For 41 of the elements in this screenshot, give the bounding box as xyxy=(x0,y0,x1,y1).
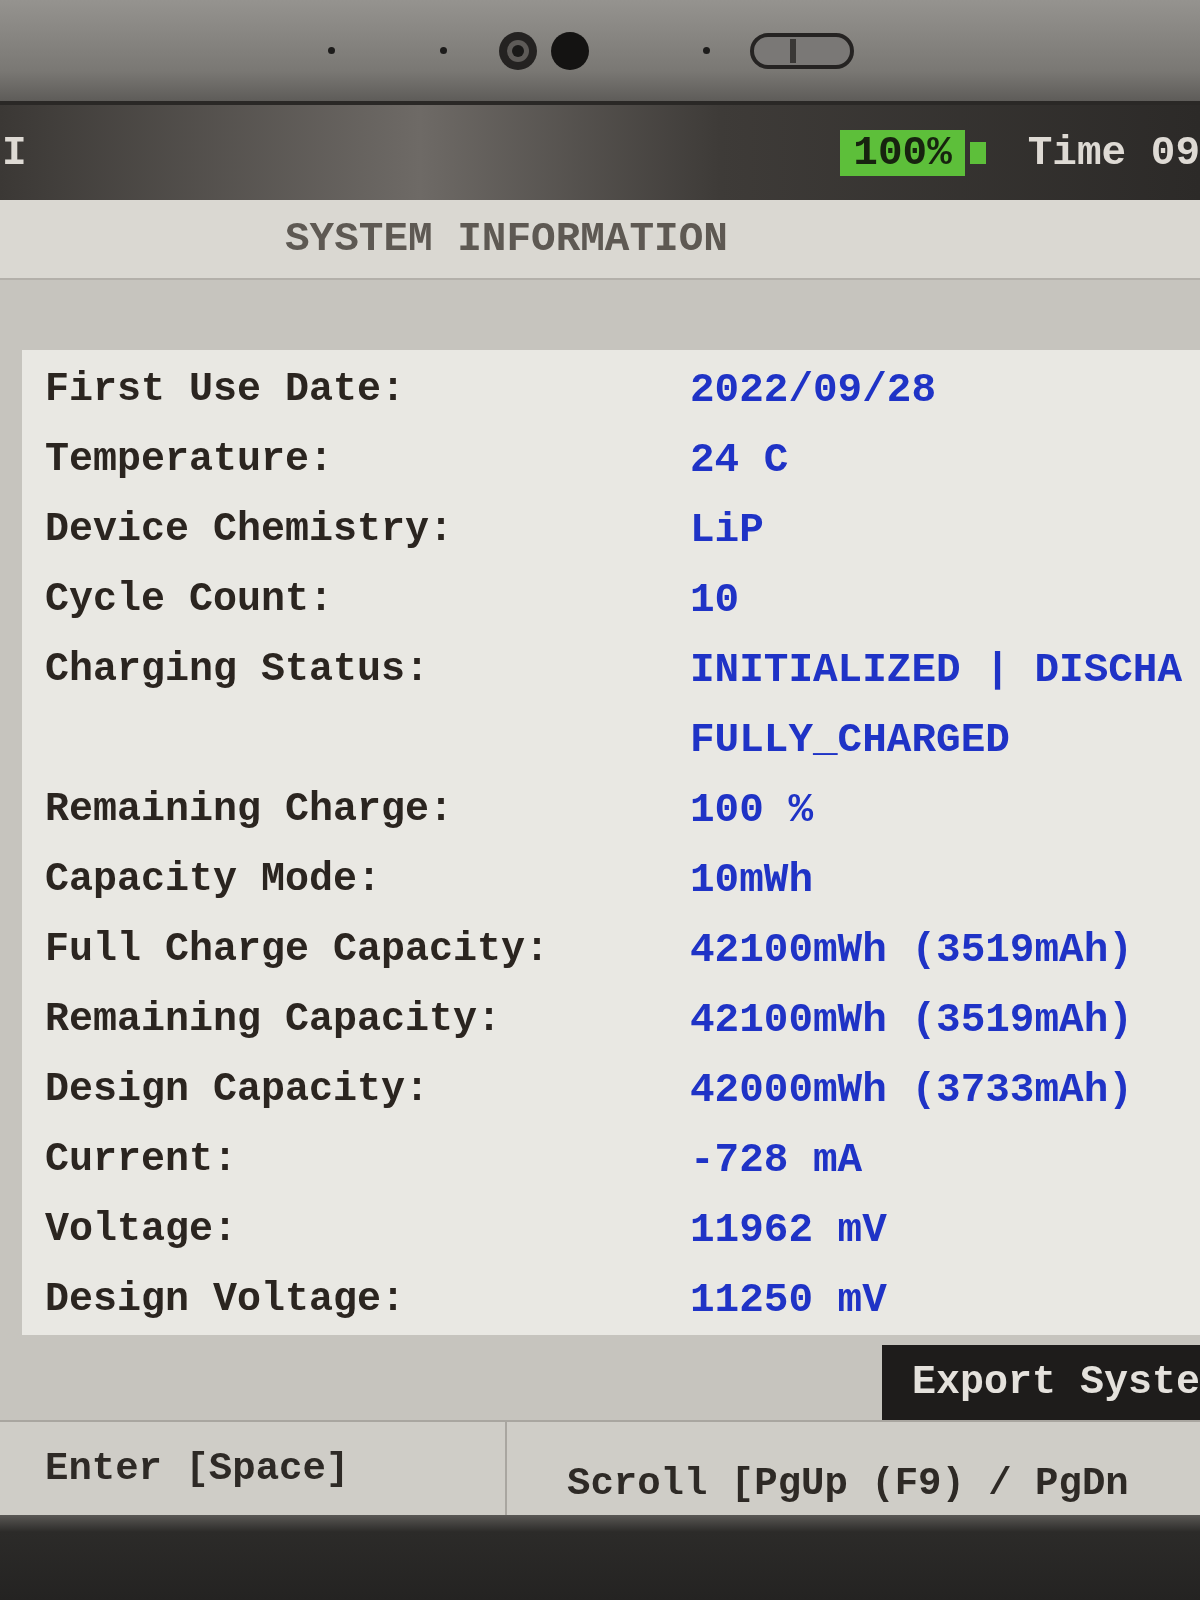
field-label: Current: xyxy=(44,1136,239,1184)
field-value: 10mWh xyxy=(690,856,814,905)
sensor-dot-icon xyxy=(703,47,710,54)
key-hint: Enter [Space] xyxy=(45,1446,350,1491)
field-label: Temperature: xyxy=(44,436,335,484)
field-value: 2022/09/28 xyxy=(690,366,937,415)
field-label: Device Chemistry: xyxy=(44,506,455,554)
field-label: Voltage: xyxy=(44,1206,239,1254)
field-value: -728 mA xyxy=(690,1136,863,1185)
sensor-lens-icon xyxy=(551,31,589,70)
field-label: Charging Status: xyxy=(44,646,431,694)
field-value: FULLY_CHARGED xyxy=(690,716,1011,765)
page-title: SYSTEM INFORMATION xyxy=(284,216,728,262)
field-label: Remaining Charge: xyxy=(44,786,455,834)
field-value: 42000mWh (3733mAh) xyxy=(690,1066,1133,1115)
field-value: 42100mWh (3519mAh) xyxy=(690,926,1133,975)
field-label: Design Capacity: xyxy=(44,1066,431,1114)
key-hint: Scroll [PgUp (F9) / PgDn xyxy=(567,1461,1129,1506)
battery-terminal-icon xyxy=(969,141,986,164)
field-value: LiP xyxy=(690,506,764,555)
field-label: Remaining Capacity: xyxy=(44,996,503,1044)
field-value: 42100mWh (3519mAh) xyxy=(690,996,1133,1045)
field-value: 100 % xyxy=(690,786,814,835)
field-label: Design Voltage: xyxy=(44,1276,407,1324)
field-label: Cycle Count: xyxy=(44,576,335,624)
field-value: 11962 mV xyxy=(690,1206,887,1255)
sensor-dot-icon xyxy=(440,47,447,54)
title-fragment: I xyxy=(1,129,27,176)
sensor-dot-icon xyxy=(328,47,335,54)
field-value: 24 C xyxy=(690,436,789,485)
field-label: Full Charge Capacity: xyxy=(44,926,551,974)
field-value: 10 xyxy=(690,576,740,625)
time-label: Time 09 xyxy=(1027,129,1200,176)
camera-icon xyxy=(499,31,537,70)
export-button[interactable]: Export Syste xyxy=(881,1345,1200,1420)
field-value: INITIALIZED | DISCHA xyxy=(690,646,1183,695)
field-value: 11250 mV xyxy=(690,1276,887,1325)
field-label: Capacity Mode: xyxy=(44,856,383,904)
field-label: First Use Date: xyxy=(44,366,407,414)
battery-badge: 100% xyxy=(840,129,965,176)
privacy-shutter-icon xyxy=(750,32,854,69)
